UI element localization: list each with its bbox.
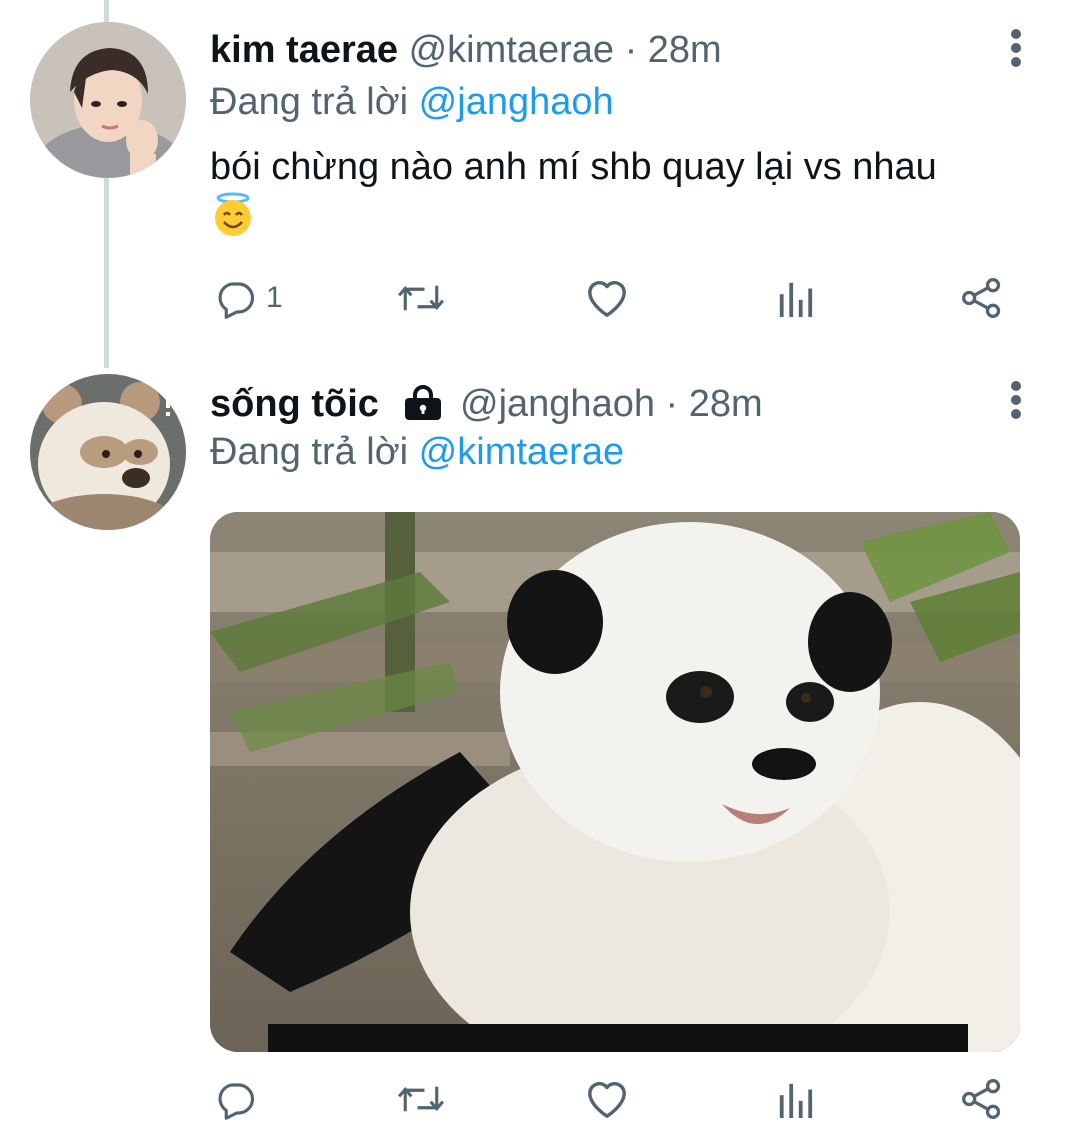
more-vertical-icon [1011, 29, 1021, 67]
replying-to: Đang trả lời @kimtaerae [210, 430, 624, 474]
share-button[interactable] [960, 1071, 1004, 1127]
more-vertical-icon [1011, 381, 1021, 419]
panda-photo [210, 512, 1020, 1052]
timestamp[interactable]: 28m [689, 383, 763, 425]
more-options-button[interactable] [996, 376, 1036, 424]
reply-count: 1 [266, 281, 283, 314]
avatar[interactable] [30, 374, 186, 530]
timestamp[interactable]: 28m [648, 29, 722, 71]
reply-mention-link[interactable]: @janghaoh [419, 81, 614, 123]
timeline: kim taerae @kimtaerae · 28m Đang trả lời… [0, 0, 1080, 1129]
person-photo [30, 22, 186, 178]
handle[interactable]: @janghaoh [460, 383, 655, 425]
avatar[interactable] [30, 22, 186, 178]
retweet-icon [397, 1086, 445, 1112]
analytics-button[interactable] [776, 270, 814, 326]
handle[interactable]: @kimtaerae [409, 29, 614, 71]
reply-button[interactable] [214, 1071, 256, 1127]
share-icon [962, 1079, 1001, 1119]
analytics-icon [779, 282, 813, 317]
tweet-header: sống tõic @janghaoh · 28m [210, 382, 763, 426]
separator: · [665, 383, 679, 425]
separator: · [624, 29, 638, 71]
tweet-body: bói chừng nào anh mí shb quay lại vs nha… [210, 146, 937, 188]
replying-to: Đang trả lời @janghaoh [210, 80, 614, 124]
analytics-button[interactable] [776, 1071, 814, 1127]
tweet-actions: 1 [210, 270, 1020, 326]
like-button[interactable] [584, 270, 630, 326]
smiling-face-with-halo-icon [215, 192, 251, 236]
tweet-header: kim taerae @kimtaerae · 28m [210, 28, 722, 72]
tweet-media-image[interactable] [210, 512, 1020, 1052]
reply-icon [218, 1083, 254, 1120]
like-button[interactable] [584, 1071, 630, 1127]
reply-mention-link[interactable]: @kimtaerae [419, 431, 624, 473]
tweet-kimtaerae[interactable]: kim taerae @kimtaerae · 28m Đang trả lời… [0, 0, 1080, 368]
share-icon [962, 278, 1001, 318]
panda-photo [30, 374, 186, 530]
tweet-janghaoh[interactable]: sống tõic @janghaoh · 28m Đang trả lời @… [0, 368, 1080, 1129]
retweet-button[interactable] [396, 1071, 446, 1127]
analytics-icon [779, 1083, 813, 1118]
tweet-actions [210, 1071, 1020, 1127]
retweet-button[interactable] [396, 270, 446, 326]
reply-icon [218, 282, 254, 319]
reply-prefix: Đang trả lời [210, 81, 409, 123]
more-options-button[interactable] [996, 24, 1036, 72]
share-button[interactable] [960, 270, 1004, 326]
reply-button[interactable]: 1 [214, 270, 283, 326]
display-name[interactable]: kim taerae [210, 29, 398, 71]
heart-icon [588, 1082, 626, 1118]
reply-prefix: Đang trả lời [210, 431, 409, 473]
display-name[interactable]: sống tõic [210, 383, 379, 425]
tweet-text: bói chừng nào anh mí shb quay lại vs nha… [210, 142, 1020, 245]
retweet-icon [397, 285, 445, 311]
heart-icon [588, 281, 626, 317]
lock-icon [405, 385, 442, 420]
